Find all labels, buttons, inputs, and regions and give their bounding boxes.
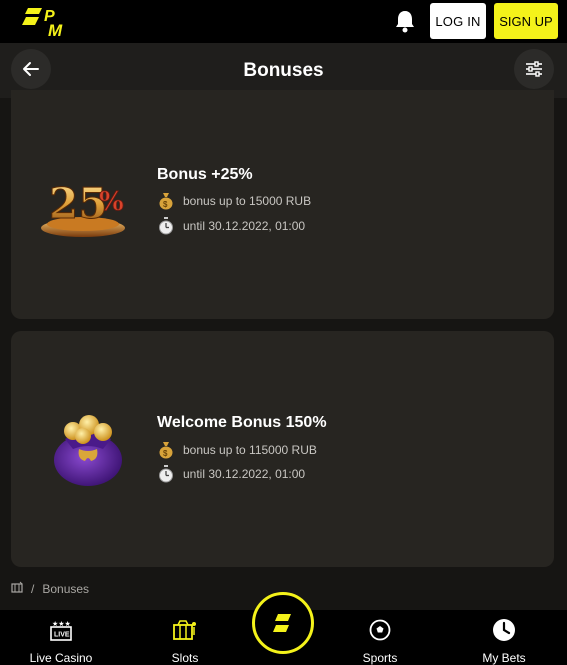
svg-text:M: M <box>48 21 63 38</box>
login-button[interactable]: LOG IN <box>430 3 486 39</box>
clock-icon <box>493 619 515 641</box>
signup-button[interactable]: SIGN UP <box>494 3 558 39</box>
soccer-ball-icon <box>369 619 391 641</box>
bonus-expiry-text: until 30.12.2022, 01:00 <box>183 219 306 233</box>
live-icon: ★★★ LIVE <box>50 620 72 641</box>
bonus-amount-text: bonus up to 115000 RUB <box>183 443 317 457</box>
svg-text:%: % <box>99 187 124 217</box>
nav-my-bets[interactable]: My Bets <box>464 618 544 665</box>
bonus-expiry: until 30.12.2022, 01:00 <box>157 217 305 235</box>
svg-text:$: $ <box>163 449 168 458</box>
pm-logo-icon[interactable]: P M <box>22 6 70 38</box>
pm-center-logo-icon <box>273 614 291 632</box>
bonus-title: Bonus +25% <box>157 166 253 183</box>
bonus-amount-text: bonus up to 15000 RUB <box>183 194 312 208</box>
money-bag-icon: $ <box>157 192 175 210</box>
nav-label: Live Casino <box>29 651 93 665</box>
breadcrumb-current: Bonuses <box>42 581 90 596</box>
nav-slots[interactable]: Slots <box>145 618 225 665</box>
page-title: Bonuses <box>243 60 324 81</box>
bonus-card[interactable]: Welcome Bonus 150% $ bonus up to 115000 … <box>11 331 554 567</box>
bonus-card[interactable]: 25 % Bonus +25% $ bonus up to 15000 RUB … <box>11 90 554 319</box>
slots-icon <box>173 620 196 640</box>
breadcrumb: / Bonuses <box>11 581 89 596</box>
nav-live-casino[interactable]: ★★★ LIVE Live Casino <box>21 618 101 665</box>
nav-label: Sports <box>362 651 398 665</box>
filter-button[interactable] <box>514 49 554 89</box>
sliders-icon <box>526 61 542 77</box>
money-bag-icon: $ <box>157 441 175 459</box>
stopwatch-icon <box>157 217 175 235</box>
svg-text:$: $ <box>163 200 168 209</box>
gold-bag-icon <box>54 415 122 486</box>
casino-home-icon[interactable] <box>11 581 23 596</box>
center-home-button[interactable] <box>252 592 314 654</box>
bonus-expiry-text: until 30.12.2022, 01:00 <box>183 467 306 481</box>
nav-sports[interactable]: Sports <box>340 618 420 665</box>
bonus-amount: $ bonus up to 15000 RUB <box>157 192 311 210</box>
percent-25-trophy-icon: 25 % <box>41 179 125 237</box>
bonus-title: Welcome Bonus 150% <box>157 414 327 431</box>
bell-icon[interactable] <box>394 9 416 33</box>
bonus-amount: $ bonus up to 115000 RUB <box>157 441 317 459</box>
stopwatch-icon <box>157 465 175 483</box>
bonus-expiry: until 30.12.2022, 01:00 <box>157 465 305 483</box>
nav-label: My Bets <box>482 651 526 665</box>
svg-text:LIVE: LIVE <box>54 632 70 639</box>
top-bar: P M LOG IN SIGN UP <box>0 0 567 43</box>
nav-label: Slots <box>171 651 199 665</box>
breadcrumb-separator: / <box>31 581 35 596</box>
